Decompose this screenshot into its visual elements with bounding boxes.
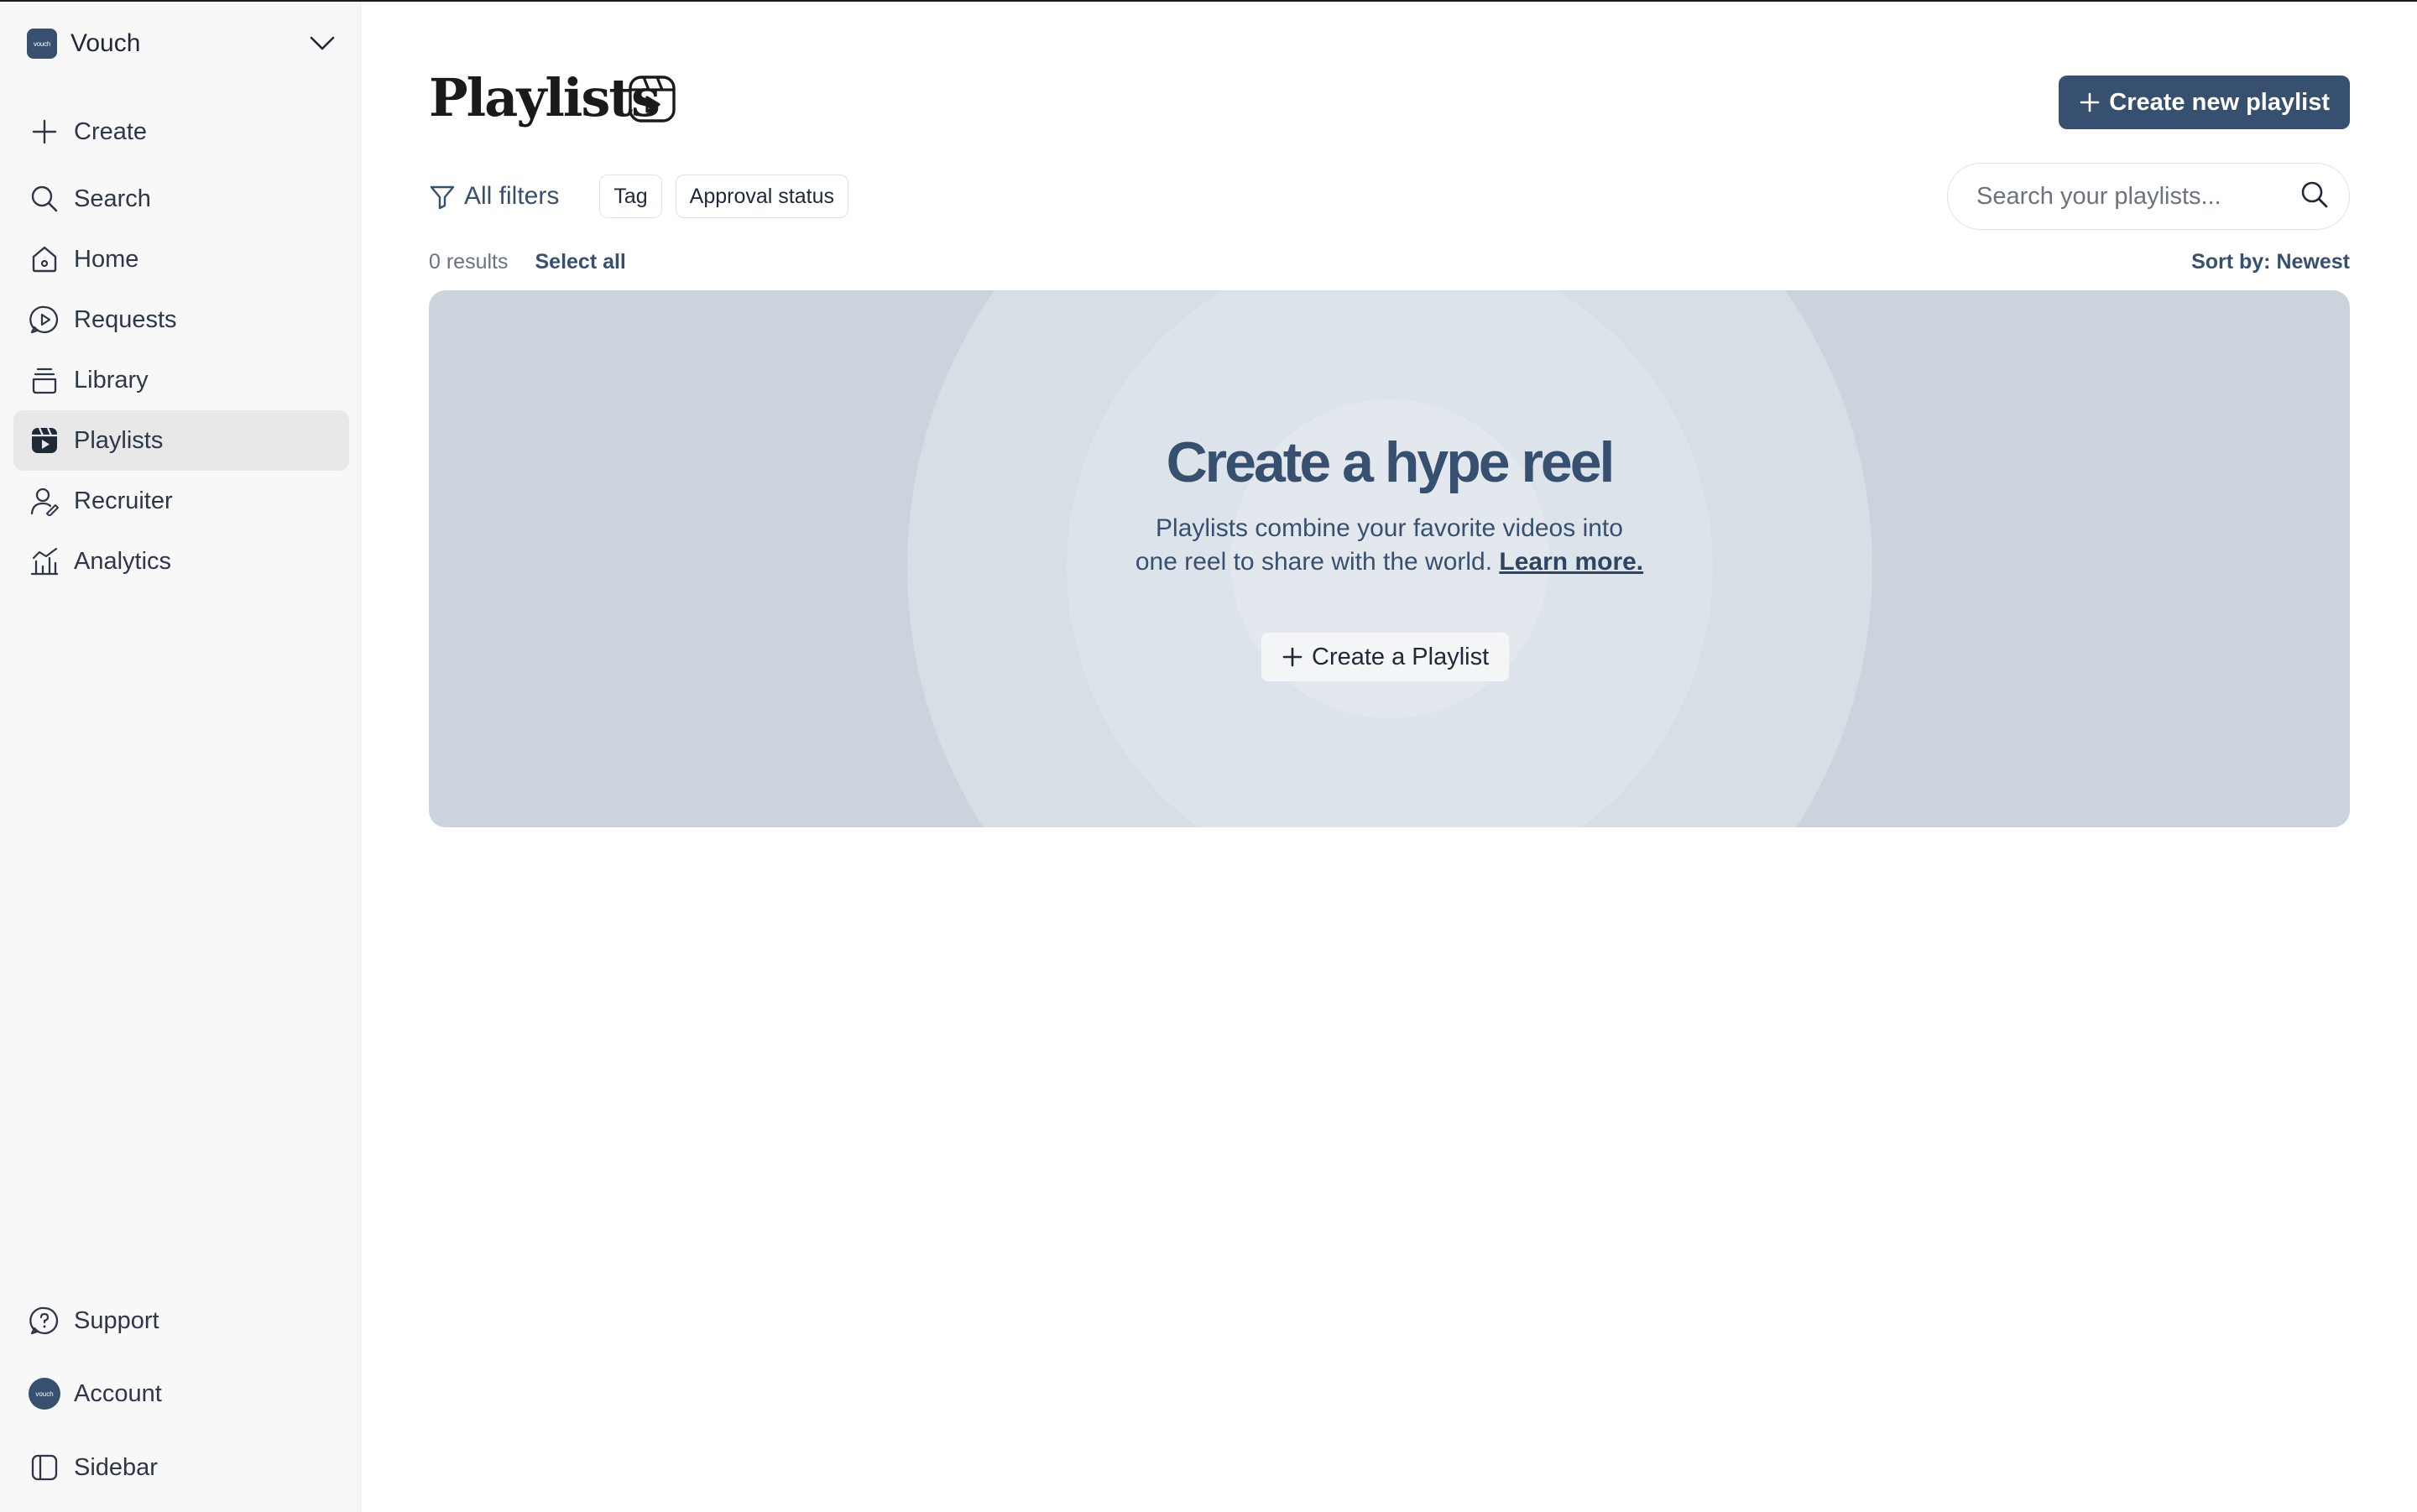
search-icon <box>29 183 60 215</box>
sidebar-item-label: Home <box>74 245 139 273</box>
sidebar-item-label: Library <box>74 366 149 394</box>
library-icon <box>29 364 60 396</box>
requests-icon <box>29 304 60 336</box>
select-all-link[interactable]: Select all <box>535 250 625 274</box>
search-icon[interactable] <box>2299 179 2331 215</box>
sidebar-item-label: Search <box>74 185 151 212</box>
main-content: Playlists Create new playlist All filter… <box>362 2 2417 1512</box>
approval-status-filter-chip[interactable]: Approval status <box>675 175 848 218</box>
learn-more-link[interactable]: Learn more. <box>1499 548 1643 576</box>
sidebar-item-playlists[interactable]: Playlists <box>13 410 349 471</box>
sidebar-item-label: Account <box>74 1379 162 1407</box>
sidebar-item-search[interactable]: Search <box>13 169 349 229</box>
sidebar-toggle-icon <box>29 1452 60 1483</box>
empty-state-description: Playlists combine your favorite videos i… <box>429 512 2350 579</box>
sidebar-item-account[interactable]: vouch Account <box>13 1363 349 1424</box>
sidebar-item-sidebar-toggle[interactable]: Sidebar <box>13 1437 349 1498</box>
sidebar-item-home[interactable]: Home <box>13 229 349 289</box>
create-a-playlist-button[interactable]: Create a Playlist <box>1261 633 1510 681</box>
sidebar-item-support[interactable]: Support <box>13 1290 349 1351</box>
sidebar-item-analytics[interactable]: Analytics <box>13 531 349 592</box>
sort-dropdown[interactable]: Sort by: Newest <box>2191 250 2350 274</box>
empty-state-text-line2: one reel to share with the world. <box>1135 548 1500 576</box>
filter-icon <box>430 185 455 210</box>
create-new-playlist-button[interactable]: Create new playlist <box>2059 76 2350 129</box>
sidebar-item-label: Sidebar <box>74 1453 158 1481</box>
sidebar-item-library[interactable]: Library <box>13 350 349 410</box>
playlist-icon <box>29 425 60 456</box>
search-box <box>1947 163 2350 230</box>
home-icon <box>29 243 60 275</box>
workspace-name: Vouch <box>70 29 141 57</box>
all-filters-label: All filters <box>464 182 560 210</box>
help-icon <box>29 1305 60 1337</box>
sidebar-item-label: Create <box>74 117 148 145</box>
sidebar-item-label: Analytics <box>74 547 172 575</box>
plus-icon <box>29 116 60 148</box>
workspace-logo: vouch <box>27 29 57 59</box>
empty-state-hero: Create a hype reel Playlists combine you… <box>429 290 2350 827</box>
plus-icon <box>1282 646 1303 668</box>
chevron-down-icon[interactable] <box>308 29 337 58</box>
results-count: 0 results <box>429 250 509 274</box>
create-a-playlist-label: Create a Playlist <box>1312 643 1490 670</box>
avatar-wrap: vouch <box>29 1378 60 1410</box>
filters-row: All filters Tag Approval status <box>429 173 848 220</box>
sidebar-item-recruiter[interactable]: Recruiter <box>13 471 349 531</box>
sidebar-item-requests[interactable]: Requests <box>13 289 349 350</box>
all-filters-button[interactable]: All filters <box>429 182 559 211</box>
sidebar-item-label: Support <box>74 1306 159 1334</box>
playlist-icon <box>627 74 677 124</box>
sidebar-item-label: Requests <box>74 305 177 333</box>
create-new-playlist-label: Create new playlist <box>2109 88 2330 116</box>
workspace-switcher[interactable]: vouch Vouch <box>27 27 337 60</box>
tag-filter-chip[interactable]: Tag <box>599 175 662 218</box>
search-input[interactable] <box>1975 181 2299 211</box>
plus-icon <box>2079 91 2101 113</box>
recruiter-icon <box>29 485 60 517</box>
empty-state-title: Create a hype reel <box>1166 430 1616 494</box>
sidebar: vouch Vouch Create Search Home Requests <box>0 2 361 1512</box>
page-title: Playlists <box>429 67 660 128</box>
avatar: vouch <box>29 1378 60 1410</box>
results-row: 0 results Select all <box>429 250 626 274</box>
sidebar-item-label: Recruiter <box>74 487 173 514</box>
analytics-icon <box>29 545 60 577</box>
empty-state-text-line1: Playlists combine your favorite videos i… <box>1156 514 1623 542</box>
sidebar-item-label: Playlists <box>74 426 164 454</box>
sidebar-item-create[interactable]: Create <box>13 102 349 162</box>
